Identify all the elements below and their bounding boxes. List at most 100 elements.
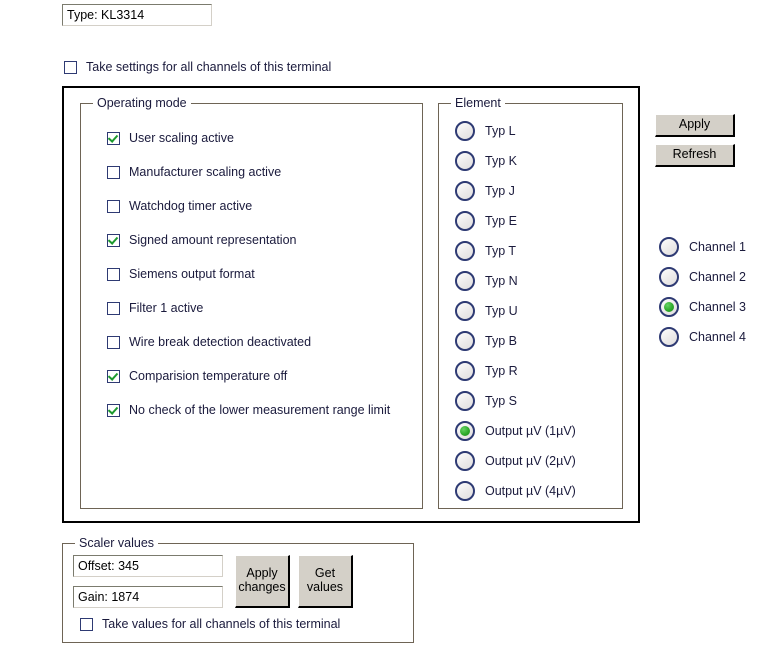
channel-item-row[interactable]: Channel 2 xyxy=(659,267,746,287)
operating-mode-item-label: Siemens output format xyxy=(129,267,255,281)
element-item-radio[interactable] xyxy=(455,301,475,321)
element-item-row[interactable]: Typ U xyxy=(455,301,576,321)
operating-mode-group: Operating mode User scaling active Manufa… xyxy=(80,96,423,509)
settings-panel: Operating mode User scaling active Manufa… xyxy=(62,86,640,523)
take-values-for-all-channels-row[interactable]: Take values for all channels of this ter… xyxy=(80,617,340,631)
element-item-label: Typ U xyxy=(485,304,518,318)
take-settings-label: Take settings for all channels of this t… xyxy=(86,60,332,74)
element-item-row[interactable]: Typ L xyxy=(455,121,576,141)
element-item-radio[interactable] xyxy=(455,391,475,411)
channel-item-radio[interactable] xyxy=(659,237,679,257)
take-settings-for-all-channels-row[interactable]: Take settings for all channels of this t… xyxy=(64,60,331,74)
element-item-radio[interactable] xyxy=(455,481,475,501)
channel-item-label: Channel 3 xyxy=(689,300,746,314)
element-title: Element xyxy=(451,96,505,110)
scaler-values-title: Scaler values xyxy=(75,536,159,550)
channel-item-row[interactable]: Channel 3 xyxy=(659,297,746,317)
get-values-button[interactable]: Get values xyxy=(298,555,353,608)
element-item-radio[interactable] xyxy=(455,421,475,441)
take-values-label: Take values for all channels of this ter… xyxy=(102,617,341,631)
refresh-button[interactable]: Refresh xyxy=(655,144,735,167)
element-item-radio[interactable] xyxy=(455,121,475,141)
element-item-label: Typ E xyxy=(485,214,517,228)
element-radio-list: Typ L Typ K Typ J Typ E Typ T Typ N Typ U Typ B… xyxy=(455,121,576,501)
element-item-radio[interactable] xyxy=(455,361,475,381)
element-item-row[interactable]: Output µV (1µV) xyxy=(455,421,576,441)
take-values-checkbox[interactable] xyxy=(80,617,93,631)
element-item-row[interactable]: Output µV (4µV) xyxy=(455,481,576,501)
element-item-label: Typ K xyxy=(485,154,517,168)
operating-mode-item-checkbox[interactable] xyxy=(107,199,120,213)
operating-mode-item-label: Wire break detection deactivated xyxy=(129,335,312,349)
element-item-radio[interactable] xyxy=(455,241,475,261)
operating-mode-item-checkbox[interactable] xyxy=(107,301,120,315)
operating-mode-item-checkbox[interactable] xyxy=(107,233,120,247)
element-item-row[interactable]: Typ B xyxy=(455,331,576,351)
element-item-radio[interactable] xyxy=(455,211,475,231)
element-item-row[interactable]: Typ R xyxy=(455,361,576,381)
operating-mode-item-checkbox[interactable] xyxy=(107,369,120,383)
operating-mode-item-label: User scaling active xyxy=(129,131,234,145)
gain-input[interactable]: Gain: 1874 xyxy=(73,586,223,608)
operating-mode-item-row[interactable]: No check of the lower measurement range … xyxy=(107,403,390,417)
element-item-label: Output µV (4µV) xyxy=(485,484,576,498)
operating-mode-item-row[interactable]: Signed amount representation xyxy=(107,233,390,247)
element-item-row[interactable]: Typ K xyxy=(455,151,576,171)
operating-mode-item-checkbox[interactable] xyxy=(107,335,120,349)
element-item-label: Output µV (1µV) xyxy=(485,424,576,438)
scaler-values-group: Scaler values Offset: 345 Gain: 1874 App… xyxy=(62,536,414,643)
channel-item-row[interactable]: Channel 4 xyxy=(659,327,746,347)
element-item-row[interactable]: Typ S xyxy=(455,391,576,411)
element-item-row[interactable]: Typ N xyxy=(455,271,576,291)
element-item-radio[interactable] xyxy=(455,151,475,171)
operating-mode-item-label: Manufacturer scaling active xyxy=(129,165,282,179)
operating-mode-item-row[interactable]: Filter 1 active xyxy=(107,301,390,315)
operating-mode-item-row[interactable]: Wire break detection deactivated xyxy=(107,335,390,349)
channel-item-label: Channel 4 xyxy=(689,330,746,344)
element-item-label: Typ S xyxy=(485,394,517,408)
channel-item-label: Channel 2 xyxy=(689,270,746,284)
element-item-label: Typ L xyxy=(485,124,516,138)
element-item-label: Typ N xyxy=(485,274,518,288)
channel-item-radio[interactable] xyxy=(659,267,679,287)
operating-mode-item-row[interactable]: Comparision temperature off xyxy=(107,369,390,383)
operating-mode-item-checkbox[interactable] xyxy=(107,131,120,145)
operating-mode-item-checkbox[interactable] xyxy=(107,165,120,179)
operating-mode-item-label: Filter 1 active xyxy=(129,301,204,315)
element-item-label: Typ T xyxy=(485,244,517,258)
operating-mode-item-label: Watchdog timer active xyxy=(129,199,253,213)
type-field[interactable]: Type: KL3314 xyxy=(62,4,212,26)
operating-mode-item-checkbox[interactable] xyxy=(107,267,120,281)
element-item-radio[interactable] xyxy=(455,181,475,201)
element-item-label: Typ R xyxy=(485,364,518,378)
element-item-row[interactable]: Typ T xyxy=(455,241,576,261)
apply-button[interactable]: Apply xyxy=(655,114,735,137)
element-item-row[interactable]: Output µV (2µV) xyxy=(455,451,576,471)
element-item-label: Output µV (2µV) xyxy=(485,454,576,468)
element-group: Element Typ L Typ K Typ J Typ E Typ T Typ N Ty… xyxy=(438,96,623,509)
operating-mode-item-label: Signed amount representation xyxy=(129,233,297,247)
element-item-radio[interactable] xyxy=(455,331,475,351)
channel-radio-list: Channel 1 Channel 2 Channel 3 Channel 4 xyxy=(659,237,746,347)
take-settings-checkbox[interactable] xyxy=(64,60,77,74)
operating-mode-item-row[interactable]: Siemens output format xyxy=(107,267,390,281)
channel-item-radio[interactable] xyxy=(659,297,679,317)
channel-item-radio[interactable] xyxy=(659,327,679,347)
operating-mode-title: Operating mode xyxy=(93,96,191,110)
operating-mode-item-checkbox[interactable] xyxy=(107,403,120,417)
element-item-label: Typ B xyxy=(485,334,517,348)
operating-mode-item-label: Comparision temperature off xyxy=(129,369,288,383)
element-item-radio[interactable] xyxy=(455,271,475,291)
element-item-radio[interactable] xyxy=(455,451,475,471)
operating-mode-item-label: No check of the lower measurement range … xyxy=(129,403,391,417)
element-item-row[interactable]: Typ J xyxy=(455,181,576,201)
element-item-label: Typ J xyxy=(485,184,515,198)
operating-mode-item-row[interactable]: User scaling active xyxy=(107,131,390,145)
channel-item-row[interactable]: Channel 1 xyxy=(659,237,746,257)
operating-mode-item-row[interactable]: Watchdog timer active xyxy=(107,199,390,213)
operating-mode-item-row[interactable]: Manufacturer scaling active xyxy=(107,165,390,179)
channel-item-label: Channel 1 xyxy=(689,240,746,254)
element-item-row[interactable]: Typ E xyxy=(455,211,576,231)
offset-input[interactable]: Offset: 345 xyxy=(73,555,223,577)
apply-changes-button[interactable]: Apply changes xyxy=(235,555,290,608)
